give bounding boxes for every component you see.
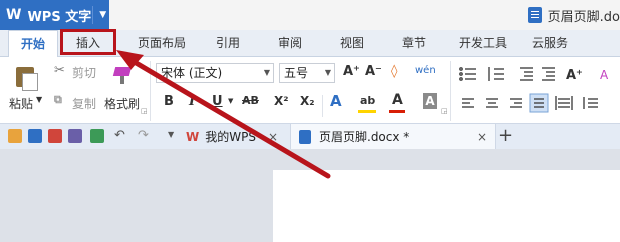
annotation-arrow [116,50,331,179]
arrow-shaft [125,55,331,179]
